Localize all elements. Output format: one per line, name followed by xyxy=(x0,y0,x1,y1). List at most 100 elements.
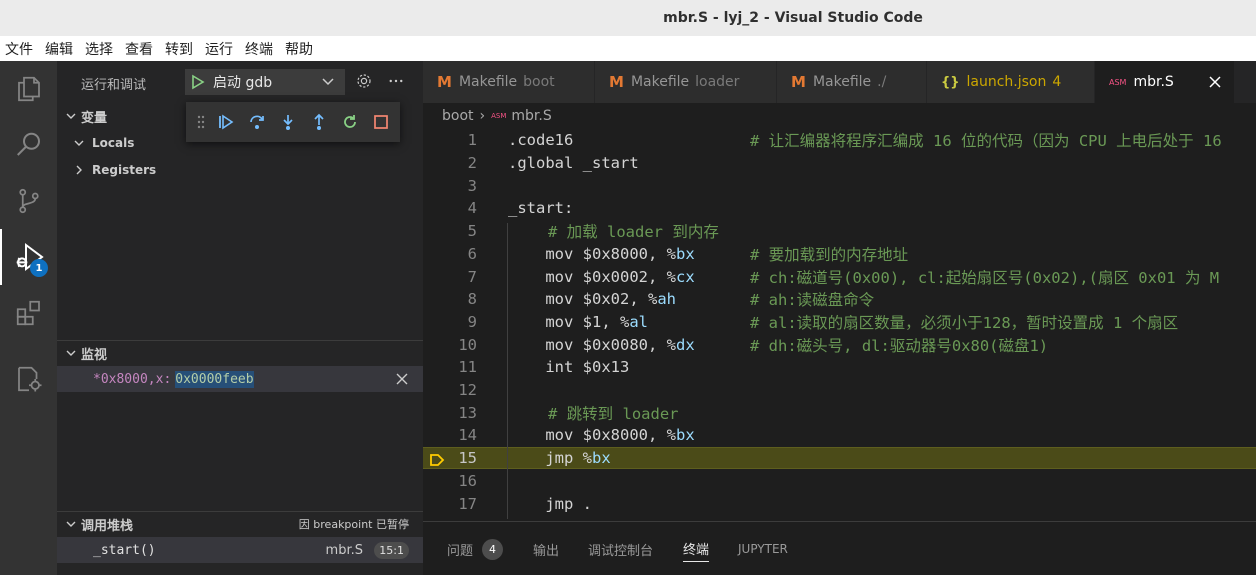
code-line[interactable]: 14 mov $0x8000, %bx xyxy=(423,424,1256,447)
code-line[interactable]: 9 mov $1, %al # al:读取的扇区数量，必须小于128，暂时设置成 … xyxy=(423,311,1256,334)
remote-explorer-icon[interactable] xyxy=(0,351,57,407)
close-icon[interactable] xyxy=(393,370,411,388)
activity-bar: 1 xyxy=(0,61,57,575)
line-number[interactable]: 11 xyxy=(423,358,477,376)
paused-status: 因 breakpoint 已暂停 xyxy=(298,518,409,531)
code-editor[interactable]: 1 .code16 # 让汇编器将程序汇编成 16 位的代码（因为 CPU 上电后处… xyxy=(423,129,1256,521)
current-execution-arrow-icon xyxy=(430,453,445,466)
menu-terminal[interactable]: 终端 xyxy=(245,39,273,59)
callstack-section-header[interactable]: 调用堆栈 因 breakpoint 已暂停 xyxy=(57,512,423,536)
drag-handle-icon[interactable] xyxy=(196,113,206,131)
menu-selection[interactable]: 选择 xyxy=(85,39,113,59)
line-number[interactable]: 17 xyxy=(423,495,477,513)
code-line[interactable]: 11 int $0x13 xyxy=(423,356,1256,379)
start-debug-icon[interactable] xyxy=(191,74,205,90)
line-number[interactable]: 13 xyxy=(423,404,477,422)
line-number[interactable]: 2 xyxy=(423,154,477,172)
code-comment: # 让汇编器将程序汇编成 16 位的代码（因为 CPU 上电后处于 16 xyxy=(750,132,1222,151)
close-icon[interactable] xyxy=(1208,75,1222,89)
tab-debug-console[interactable]: 调试控制台 xyxy=(588,536,653,562)
tab-label: Makefile xyxy=(630,74,690,90)
code-line[interactable]: 8 mov $0x02, %ah # ah:读磁盘命令 xyxy=(423,288,1256,311)
line-number[interactable]: 14 xyxy=(423,426,477,444)
stop-icon xyxy=(373,115,388,129)
launch-config-select[interactable]: 启动 gdb xyxy=(185,69,345,95)
gear-icon[interactable] xyxy=(355,72,373,90)
code-text: .global _start xyxy=(508,154,639,172)
makefile-icon: M xyxy=(609,73,624,91)
debug-toolbar xyxy=(186,102,400,142)
problems-count-badge: 4 xyxy=(482,538,504,560)
tab-makefile-loader[interactable]: M Makefile loader xyxy=(595,61,777,103)
tab-label: 终端 xyxy=(683,543,710,558)
watch-section-header[interactable]: 监视 xyxy=(57,341,423,365)
code-line[interactable]: 4 _start: xyxy=(423,197,1256,220)
breadcrumb-folder[interactable]: boot xyxy=(442,108,474,124)
code-line[interactable]: 17 jmp . xyxy=(423,492,1256,515)
menu-run[interactable]: 运行 xyxy=(205,39,233,59)
tab-makefile-boot[interactable]: M Makefile boot xyxy=(423,61,595,103)
code-line[interactable]: 13 # 跳转到 loader xyxy=(423,401,1256,424)
tab-launch-json[interactable]: {} launch.json 4 xyxy=(927,61,1095,103)
stack-frame[interactable]: _start() mbr.S 15:1 xyxy=(57,537,423,563)
register-token: bx xyxy=(592,449,611,468)
tab-description: loader xyxy=(695,74,740,90)
line-number[interactable]: 10 xyxy=(423,336,477,354)
tab-problems[interactable]: 问题 4 xyxy=(447,536,504,562)
line-number[interactable]: 8 xyxy=(423,290,477,308)
menu-file[interactable]: 文件 xyxy=(5,39,33,59)
line-number[interactable]: 3 xyxy=(423,177,477,195)
code-line[interactable]: 6 mov $0x8000, %bx # 要加载到的内存地址 xyxy=(423,243,1256,266)
code-line[interactable]: 3 xyxy=(423,174,1256,197)
menu-view[interactable]: 查看 xyxy=(125,39,153,59)
code-text: _start: xyxy=(508,199,573,217)
step-over-button[interactable] xyxy=(241,108,272,136)
code-line[interactable]: 2 .global _start xyxy=(423,152,1256,175)
watch-item[interactable]: *0x8000,x: 0x0000feeb xyxy=(57,366,423,392)
code-line[interactable]: 1 .code16 # 让汇编器将程序汇编成 16 位的代码（因为 CPU 上电后处… xyxy=(423,129,1256,152)
code-line[interactable]: 5 # 加载 loader 到内存 xyxy=(423,220,1256,243)
step-out-button[interactable] xyxy=(303,108,334,136)
line-number[interactable]: 9 xyxy=(423,313,477,331)
code-line[interactable]: 12 xyxy=(423,379,1256,402)
stop-button[interactable] xyxy=(365,108,396,136)
more-actions-icon[interactable] xyxy=(387,72,405,90)
source-control-icon[interactable] xyxy=(0,173,57,229)
breadcrumb: boot › ASM mbr.S xyxy=(423,103,1256,129)
tab-mbr-s[interactable]: ASM mbr.S xyxy=(1095,61,1235,103)
bottom-panel: 问题 4 输出 调试控制台 终端 JUPYTER xyxy=(423,521,1256,575)
code-comment: # ah:读磁盘命令 xyxy=(750,291,875,310)
tab-jupyter[interactable]: JUPYTER xyxy=(738,536,788,562)
step-into-button[interactable] xyxy=(272,108,303,136)
restart-button[interactable] xyxy=(334,108,365,136)
menu-edit[interactable]: 编辑 xyxy=(45,39,73,59)
debug-badge: 1 xyxy=(30,259,48,277)
continue-button[interactable] xyxy=(210,108,241,136)
register-token: bx xyxy=(675,244,695,263)
line-number[interactable]: 16 xyxy=(423,472,477,490)
code-line[interactable]: 16 xyxy=(423,470,1256,493)
line-number[interactable]: 1 xyxy=(423,131,477,149)
explorer-icon[interactable] xyxy=(0,61,57,117)
code-line[interactable]: 7 mov $0x0002, %cx # ch:磁道号(0x00), cl:起始扇… xyxy=(423,265,1256,288)
frame-file: mbr.S xyxy=(325,542,363,558)
line-number[interactable]: 5 xyxy=(423,222,477,240)
menu-go[interactable]: 转到 xyxy=(165,39,193,59)
sidebar-title: 运行和调试 xyxy=(81,78,147,93)
step-over-icon xyxy=(249,115,264,129)
line-number[interactable]: 6 xyxy=(423,245,477,263)
line-number[interactable]: 4 xyxy=(423,199,477,217)
code-line[interactable]: 10 mov $0x0080, %dx # dh:磁头号, dl:驱动器号0x80… xyxy=(423,333,1256,356)
registers-scope[interactable]: Registers xyxy=(57,158,423,182)
line-number[interactable]: 12 xyxy=(423,381,477,399)
menu-help[interactable]: 帮助 xyxy=(285,39,313,59)
run-debug-icon[interactable]: 1 xyxy=(0,229,57,285)
line-number[interactable]: 7 xyxy=(423,268,477,286)
tab-output[interactable]: 输出 xyxy=(533,536,559,562)
current-line[interactable]: 15 jmp %bx xyxy=(423,446,1256,470)
extensions-icon[interactable] xyxy=(0,285,57,341)
breadcrumb-file[interactable]: mbr.S xyxy=(511,108,551,124)
tab-terminal[interactable]: 终端 xyxy=(683,536,710,562)
search-icon[interactable] xyxy=(0,117,57,173)
tab-makefile-root[interactable]: M Makefile ./ xyxy=(777,61,927,103)
